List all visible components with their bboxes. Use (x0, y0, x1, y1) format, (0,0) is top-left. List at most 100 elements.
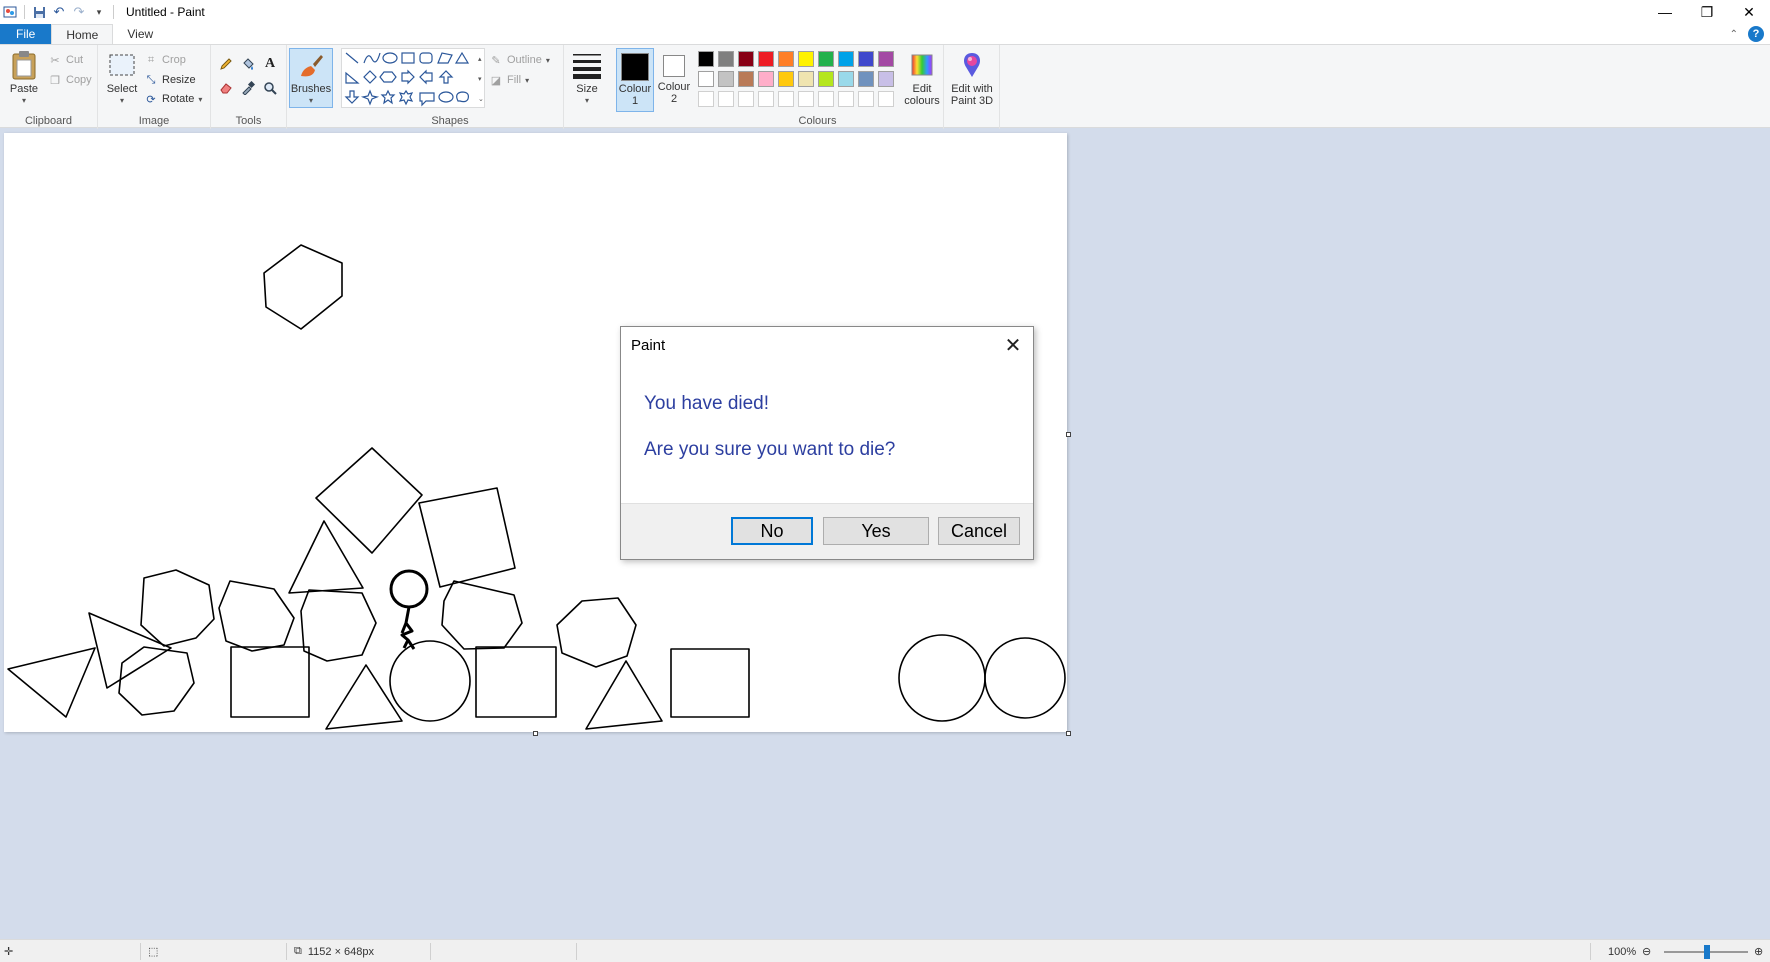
zoom-slider[interactable] (1664, 940, 1748, 962)
resize-button[interactable]: ⤡ Resize (144, 71, 196, 89)
qa-separator (113, 5, 114, 19)
select-button[interactable]: Select ▾ (104, 49, 140, 107)
brushes-button[interactable]: Brushes ▾ (289, 48, 333, 108)
copy-button[interactable]: ❐ Copy (48, 71, 92, 89)
tools-group: A Tools (211, 45, 287, 129)
shapes-gallery-icons[interactable]: ▴ ▾ ⌄ (342, 49, 486, 109)
dialog-close-icon[interactable]: ✕ (1001, 333, 1025, 357)
help-icon[interactable]: ? (1748, 26, 1764, 42)
colour-swatch[interactable] (778, 71, 794, 87)
custom-colour-swatch[interactable] (718, 91, 734, 107)
colour-swatch[interactable] (878, 51, 894, 67)
cut-button[interactable]: ✂ Cut (48, 51, 83, 69)
redo-icon[interactable]: ↷ (69, 2, 89, 22)
colour-swatch[interactable] (698, 71, 714, 87)
zoom-in-icon[interactable]: ⊕ (1754, 940, 1763, 962)
custom-colour-swatch[interactable] (798, 91, 814, 107)
edit-with-paint3d-button[interactable]: Edit with Paint 3D (948, 49, 996, 107)
tab-home[interactable]: Home (51, 24, 114, 44)
custom-colour-swatch[interactable] (838, 91, 854, 107)
pencil-icon[interactable] (217, 55, 235, 73)
no-button[interactable]: No (731, 517, 813, 545)
colour-swatch[interactable] (778, 51, 794, 67)
colour-swatch[interactable] (798, 71, 814, 87)
colour-swatch[interactable] (758, 51, 774, 67)
text-tool-icon[interactable]: A (261, 55, 279, 73)
colour-swatch[interactable] (758, 71, 774, 87)
custom-colour-swatch[interactable] (818, 91, 834, 107)
undo-icon[interactable]: ↶ (49, 2, 69, 22)
paint-app-icon[interactable] (0, 2, 20, 22)
fill-bucket-icon[interactable] (239, 55, 257, 73)
zoom-slider-thumb[interactable] (1704, 944, 1710, 959)
outline-button[interactable]: ✎ Outline ▾ (489, 51, 549, 69)
customize-quick-access-icon[interactable]: ▾ (89, 2, 109, 22)
shapes-group-label: Shapes (431, 115, 469, 127)
drawn-heptagon (140, 569, 215, 647)
magnifier-icon[interactable] (261, 79, 279, 97)
brushes-label: Brushes (290, 83, 332, 95)
resize-handle-bottom[interactable] (533, 731, 538, 736)
drawn-circle (898, 634, 986, 722)
cursor-position-icon: ✛ (4, 946, 14, 958)
colour-swatch[interactable] (818, 51, 834, 67)
edit-colours-button[interactable]: Edit colours (902, 49, 942, 107)
colour-swatch[interactable] (838, 51, 854, 67)
colour-picker-icon[interactable] (239, 79, 257, 97)
colour-swatch[interactable] (718, 51, 734, 67)
colour-swatch[interactable] (798, 51, 814, 67)
colour2-button[interactable]: Colour 2 (656, 52, 692, 105)
close-button[interactable]: ✕ (1728, 0, 1770, 24)
colour-swatch[interactable] (738, 51, 754, 67)
window-controls: — ❐ ✕ (1644, 0, 1770, 24)
zoom-out-icon[interactable]: ⊖ (1642, 940, 1651, 962)
custom-colour-swatch[interactable] (858, 91, 874, 107)
outline-icon: ✎ (491, 54, 501, 67)
colour-selection-group: Colour 1 Colour 2 (610, 45, 692, 129)
rotate-button[interactable]: ⟳ Rotate ▾ (144, 90, 202, 108)
eraser-icon[interactable] (217, 79, 235, 97)
size-button[interactable]: Size ▾ (568, 49, 606, 107)
collapse-ribbon-icon[interactable]: ⌃ (1730, 29, 1738, 40)
colour1-button[interactable]: Colour 1 (616, 48, 654, 112)
cancel-button[interactable]: Cancel (938, 517, 1020, 545)
tab-view[interactable]: View (113, 24, 167, 44)
save-icon[interactable] (29, 2, 49, 22)
dialog-message-confirm: Are you sure you want to die? (644, 439, 896, 460)
tab-file[interactable]: File (0, 24, 52, 44)
drawn-triangle (7, 647, 96, 718)
tools-group-label: Tools (235, 115, 262, 127)
colour1-number: 1 (631, 95, 639, 107)
paste-button[interactable]: Paste ▾ (6, 49, 42, 107)
rotate-label: Rotate (162, 93, 195, 105)
colour-swatch[interactable] (878, 71, 894, 87)
resize-handle-right[interactable] (1066, 432, 1071, 437)
colour-swatch[interactable] (718, 71, 734, 87)
colour-swatch[interactable] (698, 51, 714, 67)
paste-label: Paste (9, 83, 39, 95)
colour-swatch[interactable] (738, 71, 754, 87)
minimize-button[interactable]: — (1644, 0, 1686, 24)
colours-group-label: Colours (798, 115, 837, 127)
brushes-dropdown-icon: ▾ (308, 96, 313, 105)
resize-label: Resize (162, 74, 196, 86)
colour-swatch[interactable] (858, 71, 874, 87)
dialog-message-died: You have died! (644, 393, 770, 414)
custom-colour-swatch[interactable] (698, 91, 714, 107)
custom-colour-swatch[interactable] (738, 91, 754, 107)
resize-handle-corner[interactable] (1066, 731, 1071, 736)
colour-swatch[interactable] (838, 71, 854, 87)
size-group: Size ▾ (564, 45, 610, 129)
yes-button[interactable]: Yes (823, 517, 929, 545)
colour-swatch[interactable] (818, 71, 834, 87)
fill-button[interactable]: ◪ Fill ▾ (489, 71, 529, 89)
custom-colour-swatch[interactable] (878, 91, 894, 107)
canvas-size-display: ⧉ 1152 × 648px (294, 940, 374, 962)
custom-colour-swatch[interactable] (778, 91, 794, 107)
colour-swatch[interactable] (858, 51, 874, 67)
drawn-square (670, 648, 750, 718)
custom-colour-swatch[interactable] (758, 91, 774, 107)
restore-button[interactable]: ❐ (1686, 0, 1728, 24)
drawn-octagon (300, 589, 377, 662)
crop-button[interactable]: ⌗ Crop (144, 51, 186, 69)
